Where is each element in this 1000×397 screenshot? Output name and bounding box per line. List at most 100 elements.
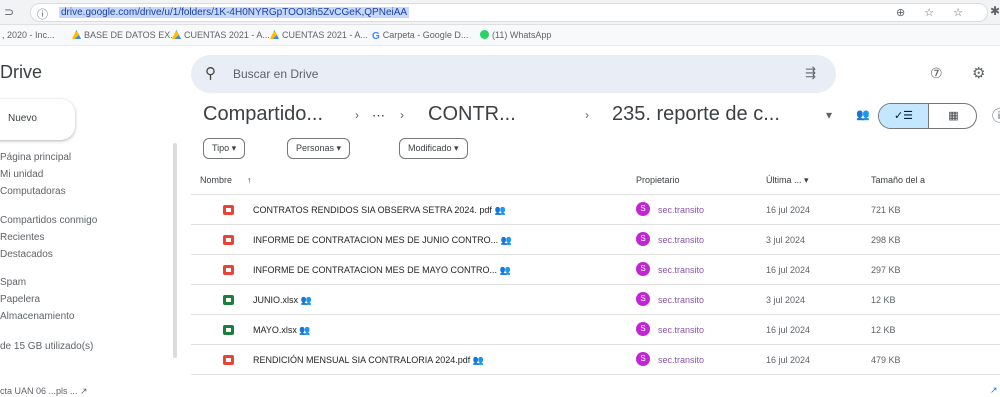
site-info-icon[interactable]: ⓘ — [37, 6, 48, 22]
table-row[interactable]: MAYO.xlsx 👥 S sec.transito 16 jul 2024 1… — [191, 315, 1000, 345]
chevron-down-icon[interactable]: ▾ — [826, 108, 832, 122]
table-row[interactable]: INFORME DE CONTRATACION MES DE JUNIO CON… — [191, 225, 1000, 255]
avatar: S — [636, 292, 650, 306]
shared-icon: 👥 — [494, 205, 506, 215]
column-header-owner: Propietario — [636, 175, 680, 185]
breadcrumb-item[interactable]: CONTR... — [428, 103, 516, 126]
file-name[interactable]: MAYO.xlsx 👥 — [253, 325, 311, 336]
bookmark-item[interactable]: G Carpeta - Google D... — [372, 30, 468, 42]
file-size: 721 KB — [871, 205, 901, 215]
sort-arrow-icon[interactable]: ↑ — [247, 175, 252, 185]
filter-modified-chip[interactable]: Modificado ▾ — [399, 138, 468, 159]
extensions-icon[interactable]: ✱ — [990, 4, 1000, 18]
list-view-button[interactable]: ✓☰ — [879, 104, 928, 128]
file-size: 298 KB — [871, 235, 901, 245]
google-icon: G — [372, 31, 380, 42]
search-input[interactable]: Buscar en Drive — [233, 67, 318, 81]
bookmark-item[interactable]: BASE DE DATOS EX... — [72, 30, 178, 40]
file-name[interactable]: RENDICIÓN MENSUAL SIA CONTRALORIA 2024.p… — [253, 355, 484, 366]
bookmark-item[interactable]: , 2020 - Inc... — [2, 30, 55, 40]
shared-icon: 👥 — [499, 265, 511, 275]
owner-name: sec.transito — [658, 235, 705, 245]
spreadsheet-file-icon — [223, 325, 234, 335]
back-icon[interactable]: ⊃ — [4, 5, 14, 19]
file-name[interactable]: JUNIO.xlsx 👥 — [253, 295, 312, 306]
settings-icon[interactable]: ⚙ — [972, 64, 985, 82]
breadcrumb-current[interactable]: 235. reporte de c... — [612, 103, 780, 126]
sidebar-item-storage[interactable]: Almacenamiento — [0, 311, 74, 322]
modified-date: 16 jul 2024 — [766, 205, 811, 215]
url-text[interactable]: drive.google.com/drive/u/1/folders/1K-4H… — [59, 7, 410, 18]
owner-name: sec.transito — [658, 325, 705, 335]
app-brand[interactable]: Drive — [0, 62, 42, 83]
shared-folder-icon: 👥 — [856, 109, 870, 121]
breadcrumb-separator: › — [400, 108, 404, 122]
search-bar[interactable]: ⚲ Buscar en Drive ⇶ — [191, 55, 836, 93]
owner-name: sec.transito — [658, 295, 705, 305]
sidebar-item-my-drive[interactable]: Mi unidad — [0, 169, 43, 180]
help-icon[interactable]: ⑦ — [930, 65, 943, 82]
breadcrumb-separator: › — [355, 108, 359, 122]
table-row[interactable]: RENDICIÓN MENSUAL SIA CONTRALORIA 2024.p… — [191, 345, 1000, 375]
avatar: S — [636, 352, 650, 366]
browser-address-bar: ⊃ ⓘ drive.google.com/drive/u/1/folders/1… — [0, 0, 1000, 25]
sidebar-item-shared[interactable]: Compartidos conmigo — [0, 215, 97, 226]
bookmark-item[interactable]: CUENTAS 2021 - A... — [172, 30, 270, 40]
modified-date: 3 jul 2024 — [766, 235, 806, 245]
sidebar-item-home[interactable]: Página principal — [0, 152, 71, 163]
bookmark-item[interactable]: CUENTAS 2021 - A... — [270, 30, 368, 40]
pdf-file-icon — [223, 265, 234, 275]
search-icon[interactable]: ⚲ — [205, 64, 216, 82]
details-icon[interactable]: ⓘ — [992, 106, 1000, 126]
breadcrumb-more[interactable]: ⋯ — [372, 108, 385, 124]
table-row[interactable]: JUNIO.xlsx 👥 S sec.transito 3 jul 2024 1… — [191, 285, 1000, 315]
sidebar-item-computers[interactable]: Computadoras — [0, 186, 66, 197]
new-button[interactable]: Nuevo — [0, 99, 75, 140]
avatar: S — [636, 202, 650, 216]
pdf-file-icon — [223, 205, 234, 215]
column-header-size: Tamaño del a — [871, 175, 926, 185]
bookmarks-bar: , 2020 - Inc... BASE DE DATOS EX... CUEN… — [0, 25, 1000, 46]
file-name[interactable]: INFORME DE CONTRATACION MES DE JUNIO CON… — [253, 235, 512, 246]
modified-date: 16 jul 2024 — [766, 325, 811, 335]
modified-date: 3 jul 2024 — [766, 295, 806, 305]
grid-view-button[interactable]: ▦ — [928, 104, 976, 128]
drive-icon — [72, 30, 81, 39]
file-name[interactable]: CONTRATOS RENDIDOS SIA OBSERVA SETRA 202… — [253, 205, 506, 216]
column-header-name[interactable]: Nombre — [200, 175, 232, 185]
modified-date: 16 jul 2024 — [766, 265, 811, 275]
search-options-icon[interactable]: ⇶ — [805, 65, 816, 81]
file-size: 479 KB — [871, 355, 901, 365]
avatar: S — [636, 232, 650, 246]
file-size: 297 KB — [871, 265, 901, 275]
view-toggle: ✓☰ ▦ — [878, 103, 977, 129]
sidebar-item-recent[interactable]: Recientes — [0, 232, 44, 243]
modified-date: 16 jul 2024 — [766, 355, 811, 365]
avatar: S — [636, 262, 650, 276]
table-row[interactable]: INFORME DE CONTRATACION MES DE MAYO CONT… — [191, 255, 1000, 285]
breadcrumb-item[interactable]: Compartido... — [203, 103, 323, 126]
sidebar-item-trash[interactable]: Papelera — [0, 294, 40, 305]
owner-name: sec.transito — [658, 205, 705, 215]
table-row[interactable]: CONTRATOS RENDIDOS SIA OBSERVA SETRA 202… — [191, 195, 1000, 225]
filter-type-chip[interactable]: Tipo ▾ — [203, 138, 246, 159]
sidebar-item-starred[interactable]: Destacados — [0, 249, 53, 260]
shared-icon: 👥 — [299, 325, 311, 335]
drive-icon — [270, 30, 279, 39]
sidebar-scrollbar[interactable] — [173, 143, 177, 358]
drive-icon — [172, 30, 181, 39]
shared-icon: 👥 — [300, 295, 312, 305]
filter-people-chip[interactable]: Personas ▾ — [287, 138, 351, 159]
shared-icon: 👥 — [472, 355, 484, 365]
file-name[interactable]: INFORME DE CONTRATACION MES DE MAYO CONT… — [253, 265, 511, 276]
address-actions-icons[interactable]: ⊕ ☆ ☆ — [896, 6, 971, 19]
file-size: 12 KB — [871, 325, 896, 335]
sidebar-item-spam[interactable]: Spam — [0, 277, 26, 288]
pdf-file-icon — [223, 355, 234, 365]
bookmark-item[interactable]: (11) WhatsApp — [480, 30, 551, 40]
open-external-icon[interactable]: ↗ — [990, 385, 998, 396]
column-header-modified[interactable]: Última ... ▾ — [766, 175, 809, 186]
download-bar-item[interactable]: cta UAN 06 ...pls ... ↗ — [0, 386, 88, 397]
url-field[interactable]: ⓘ drive.google.com/drive/u/1/folders/1K-… — [30, 3, 988, 22]
file-size: 12 KB — [871, 295, 896, 305]
